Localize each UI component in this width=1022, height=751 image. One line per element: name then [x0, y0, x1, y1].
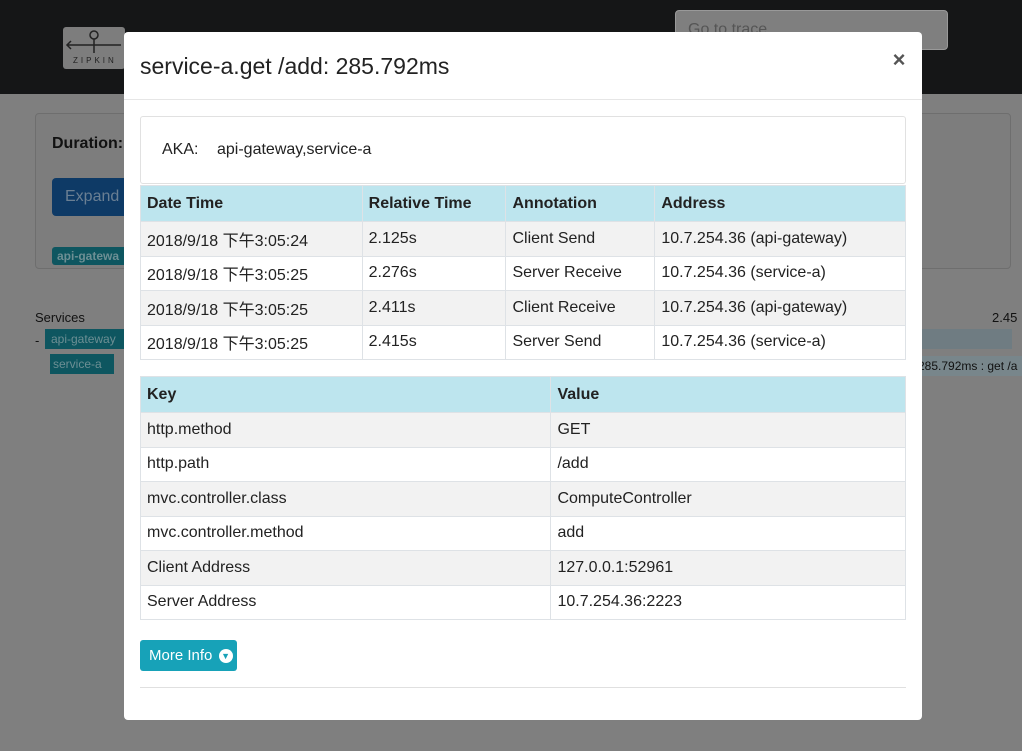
column-header: Relative Time — [361, 185, 507, 222]
annotations-table: Date Time Relative Time Annotation Addre… — [140, 185, 906, 360]
table-cell: Server Receive — [505, 255, 656, 291]
table-cell: mvc.controller.method — [139, 515, 552, 551]
span-bar[interactable] — [922, 329, 1012, 349]
table-cell: 10.7.254.36 (service-a) — [654, 255, 906, 291]
table-header-row: Key Value — [139, 376, 906, 413]
table-cell: ComputeController — [550, 481, 906, 517]
table-row: Client Address 127.0.0.1:52961 — [139, 550, 906, 586]
table-cell: 10.7.254.36 (api-gateway) — [654, 290, 906, 326]
close-button[interactable]: × — [889, 48, 909, 72]
logo-text: ZIPKIN — [73, 56, 117, 65]
table-cell: 2.276s — [361, 255, 507, 291]
table-cell: mvc.controller.class — [139, 481, 552, 517]
table-cell: http.path — [139, 446, 552, 482]
chevron-down-circle-icon: ▼ — [218, 649, 233, 663]
table-cell: Client Address — [139, 550, 552, 586]
table-row: 2018/9/18 下午3:05:25 2.415s Server Send 1… — [140, 324, 906, 360]
table-cell: add — [550, 515, 906, 551]
more-info-button[interactable]: More Info ▼ — [140, 640, 237, 671]
column-header: Key — [139, 376, 552, 413]
table-cell: Server Send — [505, 324, 656, 360]
tags-table: Key Value http.method GET http.path /add… — [139, 376, 906, 620]
services-label: Services — [35, 310, 85, 325]
divider — [140, 687, 906, 688]
table-cell: 2018/9/18 下午3:05:25 — [140, 255, 363, 291]
modal-title: service-a.get /add: 285.792ms — [140, 53, 450, 79]
table-header-row: Date Time Relative Time Annotation Addre… — [140, 185, 906, 222]
table-cell: 127.0.0.1:52961 — [550, 550, 906, 586]
column-header: Annotation — [505, 185, 656, 222]
column-header: Date Time — [140, 185, 363, 222]
table-row: mvc.controller.class ComputeController — [139, 481, 906, 517]
table-cell: 2018/9/18 下午3:05:24 — [140, 221, 363, 257]
span-detail-modal: service-a.get /add: 285.792ms × AKA: api… — [124, 32, 922, 720]
table-row: mvc.controller.method add — [139, 515, 906, 551]
table-cell: /add — [550, 446, 906, 482]
table-cell: Server Address — [139, 584, 552, 620]
table-cell: 2018/9/18 下午3:05:25 — [140, 290, 363, 326]
logo-icon — [65, 30, 121, 53]
timeline-tick: 2.45 — [992, 310, 1018, 325]
column-header: Value — [550, 376, 906, 413]
service-row-api-gateway[interactable]: api-gateway — [45, 329, 125, 349]
zipkin-logo[interactable]: ZIPKIN — [63, 27, 125, 69]
table-cell: Client Receive — [505, 290, 656, 326]
duration-label: Duration: — [52, 135, 124, 152]
table-cell: 2.415s — [361, 324, 507, 360]
table-cell: 10.7.254.36 (api-gateway) — [654, 221, 906, 257]
table-row: 2018/9/18 下午3:05:25 2.276s Server Receiv… — [140, 255, 906, 291]
table-cell: 10.7.254.36:2223 — [550, 584, 906, 620]
table-row: 2018/9/18 下午3:05:24 2.125s Client Send 1… — [140, 221, 906, 257]
collapse-toggle[interactable]: - — [35, 333, 39, 348]
span-bar-label: 285.792ms : get /a — [916, 356, 1022, 376]
table-cell: 2.125s — [361, 221, 507, 257]
table-cell: Client Send — [505, 221, 656, 257]
table-row: Server Address 10.7.254.36:2223 — [139, 584, 906, 620]
table-cell: 2018/9/18 下午3:05:25 — [140, 324, 363, 360]
more-info-label: More Info — [149, 647, 213, 664]
table-cell: GET — [550, 412, 906, 448]
modal-header: service-a.get /add: 285.792ms × — [124, 32, 922, 100]
table-cell: 10.7.254.36 (service-a) — [654, 324, 906, 360]
aka-label: AKA: — [162, 141, 199, 158]
column-header: Address — [654, 185, 906, 222]
table-row: http.method GET — [139, 412, 906, 448]
aka-box: AKA: api-gateway,service-a — [140, 116, 906, 184]
table-cell: http.method — [139, 412, 552, 448]
aka-value: api-gateway,service-a — [217, 141, 372, 158]
service-badge[interactable]: api-gatewa — [52, 247, 132, 265]
table-row: 2018/9/18 下午3:05:25 2.411s Client Receiv… — [140, 290, 906, 326]
expand-button[interactable]: Expand — [52, 178, 132, 216]
table-cell: 2.411s — [361, 290, 507, 326]
table-row: http.path /add — [139, 446, 906, 482]
service-row-service-a[interactable]: service-a — [50, 354, 114, 374]
